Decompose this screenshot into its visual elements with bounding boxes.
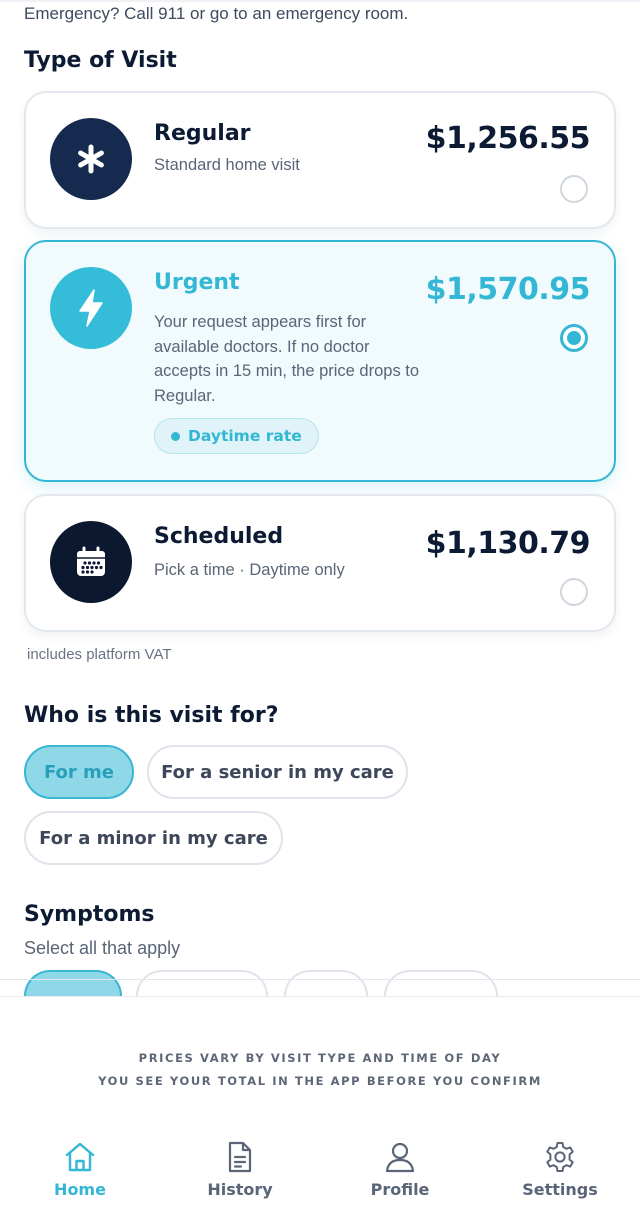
- tab-label: History: [207, 1180, 273, 1199]
- visit-option-price: $1,256.55: [425, 121, 591, 156]
- calendar-icon: [50, 521, 132, 603]
- radio-button[interactable]: [560, 175, 588, 203]
- document-icon: [228, 1141, 252, 1173]
- visit-option-price: $1,130.79: [425, 526, 591, 561]
- tab-settings[interactable]: Settings: [500, 1140, 620, 1199]
- vat-note: includes platform VAT: [27, 646, 172, 663]
- who-for-heading: Who is this visit for?: [24, 703, 279, 728]
- visit-option-description: Your request appears first for available…: [154, 313, 420, 405]
- gear-icon: [546, 1142, 574, 1172]
- badge-label: Daytime rate: [188, 427, 302, 445]
- chip-for-minor[interactable]: For a minor in my care: [24, 811, 283, 865]
- visit-option-description: Standard home visit: [154, 156, 300, 174]
- symptoms-heading: Symptoms: [24, 902, 155, 927]
- visit-option-price: $1,570.95: [425, 272, 591, 307]
- chip-for-senior[interactable]: For a senior in my care: [147, 745, 408, 799]
- type-of-visit-heading: Type of Visit: [24, 48, 177, 73]
- visit-option-regular[interactable]: Regular Standard home visit $1,256.55: [24, 91, 616, 229]
- radio-button-selected[interactable]: [560, 324, 588, 352]
- tab-home[interactable]: Home: [20, 1140, 140, 1199]
- top-divider: [0, 0, 640, 2]
- dot-icon: [171, 431, 180, 441]
- visit-option-title: Scheduled: [154, 524, 284, 549]
- tab-history[interactable]: History: [180, 1140, 300, 1199]
- visit-option-scheduled[interactable]: Scheduled Pick a time · Daytime only $1,…: [24, 494, 616, 632]
- tab-profile[interactable]: Profile: [340, 1140, 460, 1199]
- visit-option-title: Urgent: [154, 270, 240, 295]
- visit-option-urgent[interactable]: Urgent Your request appears first for av…: [24, 240, 616, 482]
- tab-label: Profile: [370, 1180, 430, 1199]
- visit-option-title: Regular: [154, 121, 251, 146]
- pricing-note: YOU SEE YOUR TOTAL IN THE APP BEFORE YOU…: [98, 1074, 542, 1088]
- pricing-note: PRICES VARY BY VISIT TYPE AND TIME OF DA…: [138, 1051, 502, 1065]
- home-icon: [65, 1142, 95, 1172]
- emergency-notice: Emergency? Call 911 or go to an emergenc…: [24, 4, 409, 23]
- tab-label: Settings: [522, 1180, 598, 1199]
- chip-for-me[interactable]: For me: [24, 745, 134, 799]
- scroll-divider: [0, 979, 640, 980]
- visit-option-description: Pick a time · Daytime only: [154, 561, 345, 579]
- symptoms-subtitle: Select all that apply: [24, 938, 181, 958]
- radio-button[interactable]: [560, 578, 588, 606]
- tab-label: Home: [54, 1180, 106, 1199]
- asterisk-icon: [50, 118, 132, 200]
- daytime-rate-badge: Daytime rate: [154, 418, 319, 454]
- lightning-icon: [50, 267, 132, 349]
- person-icon: [385, 1142, 415, 1173]
